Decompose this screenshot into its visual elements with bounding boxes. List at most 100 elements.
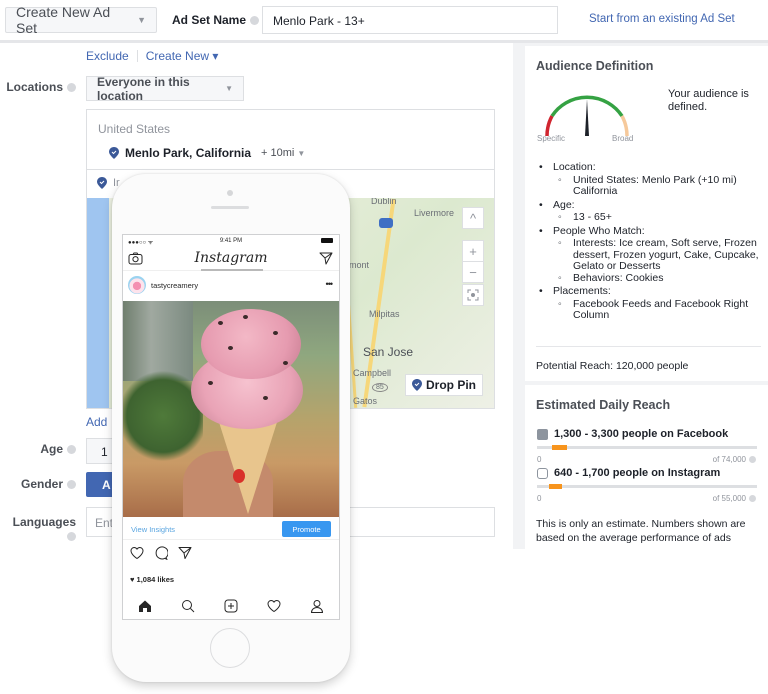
start-from-existing-link[interactable]: Start from an existing Ad Set — [589, 13, 735, 25]
reach-disclaimer: This is only an estimate. Numbers shown … — [536, 518, 746, 544]
info-icon[interactable] — [67, 445, 76, 455]
create-new-link[interactable]: Create New ▾ — [146, 49, 219, 63]
estimated-daily-reach-card: Estimated Daily Reach 1,300 - 3,300 peop… — [525, 385, 768, 549]
map-label: Dublin — [371, 198, 397, 206]
status-bar: ●●●○○ ᯤ 9:41 PM — [123, 235, 339, 247]
instagram-tab-bar — [123, 591, 339, 619]
battery-icon — [321, 238, 333, 243]
criteria-item: Placements: Facebook Feeds and Facebook … — [539, 285, 764, 322]
criteria-subitem: Facebook Feeds and Facebook Right Column — [553, 298, 764, 322]
info-icon[interactable] — [749, 495, 756, 502]
chevron-down-icon: ▼ — [297, 149, 306, 158]
map-label: Campbell — [353, 368, 392, 378]
location-type-select[interactable]: Everyone in this location ▼ — [86, 75, 244, 103]
activity-heart-icon[interactable] — [267, 599, 281, 613]
criteria-subitem: Behaviors: Cookies — [553, 272, 764, 285]
facebook-reach-bar — [537, 445, 757, 450]
zoom-out-button[interactable]: − — [462, 261, 484, 283]
divider — [536, 346, 761, 347]
facebook-reach-max-text: of 74,000 — [712, 455, 746, 464]
criteria-label: Placements: — [553, 285, 611, 297]
info-icon[interactable] — [250, 16, 260, 26]
instagram-reach-fill — [548, 484, 563, 489]
share-icon[interactable] — [178, 546, 192, 560]
location-pin-icon — [109, 147, 119, 159]
instagram-reach-max: of 55,000 — [713, 494, 756, 503]
map-label: Livermore — [414, 208, 455, 218]
drop-pin-button[interactable]: Drop Pin — [405, 374, 483, 396]
add-locations-link[interactable]: Add — [86, 415, 107, 429]
instagram-reach-row: 640 - 1,700 people on Instagram — [537, 467, 720, 479]
criteria-label: Age: — [553, 198, 575, 211]
image-nail — [233, 469, 245, 483]
more-options-icon[interactable]: ••• — [326, 279, 334, 289]
info-icon[interactable] — [67, 480, 76, 490]
audience-criteria-list: Location: United States: Menlo Park (+10… — [539, 161, 764, 324]
audience-status: Your audience is defined. — [668, 88, 749, 113]
age-label-text: Age — [40, 442, 63, 456]
facebook-reach-row: 1,300 - 3,300 people on Facebook — [537, 428, 728, 440]
search-icon[interactable] — [181, 599, 195, 613]
gauge-broad-label: Broad — [612, 134, 634, 143]
comment-icon[interactable] — [154, 546, 168, 560]
ad-set-name-label: Ad Set Name — [172, 13, 260, 27]
image-cone — [218, 419, 278, 514]
direct-message-icon[interactable] — [319, 252, 333, 265]
image-crumb — [263, 396, 268, 400]
languages-label: Languages — [6, 515, 76, 543]
location-search-input[interactable]: Ir — [97, 177, 120, 189]
chevron-down-icon: ▼ — [137, 15, 146, 25]
criteria-subitem: 13 - 65+ — [553, 211, 764, 224]
map-collapse-button[interactable]: ^ — [462, 207, 484, 229]
gender-label-text: Gender — [20, 477, 63, 491]
locations-label-text: Locations — [6, 80, 63, 94]
audience-definition-title: Audience Definition — [536, 59, 654, 73]
image-crumb — [218, 321, 223, 325]
map-label: 85 — [372, 383, 388, 392]
view-insights-link[interactable]: View Insights — [131, 525, 175, 534]
info-icon[interactable] — [67, 532, 76, 542]
zoom-in-button[interactable]: + — [462, 240, 484, 262]
new-post-icon[interactable] — [224, 599, 238, 613]
radius-select[interactable]: + 10mi ▼ — [261, 147, 305, 159]
exclude-link[interactable]: Exclude — [86, 49, 129, 63]
phone-mockup: ●●●○○ ᯤ 9:41 PM Instagram tastycreamery … — [112, 174, 350, 682]
promote-button[interactable]: Promote — [282, 521, 331, 537]
post-username[interactable]: tastycreamery — [151, 281, 198, 290]
info-icon[interactable] — [67, 83, 76, 93]
recenter-icon — [467, 289, 479, 301]
chevron-down-icon: ▼ — [225, 84, 233, 93]
phone-camera — [227, 190, 233, 196]
drop-pin-label: Drop Pin — [426, 378, 476, 392]
criteria-item: People Who Match: Interests: Ice cream, … — [539, 225, 764, 285]
heart-icon[interactable] — [130, 546, 144, 560]
post-image[interactable] — [123, 301, 339, 517]
image-scoop — [201, 309, 301, 379]
facebook-reach-label: 1,300 - 3,300 people on Facebook — [554, 428, 729, 440]
image-background — [123, 301, 193, 381]
info-icon[interactable] — [749, 456, 756, 463]
highway-shield-icon — [379, 218, 393, 228]
gauge-specific-arc — [545, 115, 554, 137]
facebook-reach-fill — [551, 445, 568, 450]
location-pin-icon — [412, 379, 422, 391]
location-pin-icon — [97, 177, 107, 189]
recenter-button[interactable] — [462, 284, 484, 306]
potential-reach: Potential Reach: 120,000 people — [536, 360, 689, 372]
gender-label: Gender — [6, 477, 76, 491]
avatar[interactable] — [128, 276, 146, 294]
create-ad-set-select[interactable]: Create New Ad Set ▼ — [5, 4, 157, 36]
profile-icon[interactable] — [310, 599, 324, 613]
top-bar: Create New Ad Set ▼ Ad Set Name Menlo Pa… — [0, 0, 768, 40]
instagram-icon — [537, 467, 548, 479]
ad-set-name-input[interactable]: Menlo Park - 13+ — [262, 6, 558, 34]
location-city-item[interactable]: Menlo Park, California + 10mi ▼ — [109, 146, 305, 160]
gauge-broad-arc — [620, 115, 629, 137]
ad-set-name-label-text: Ad Set Name — [172, 13, 247, 27]
image-crumb — [243, 315, 248, 319]
home-icon[interactable] — [138, 599, 152, 613]
facebook-icon — [537, 428, 548, 440]
divider — [87, 169, 494, 170]
image-crumb — [273, 331, 278, 335]
post-actions — [130, 546, 192, 560]
